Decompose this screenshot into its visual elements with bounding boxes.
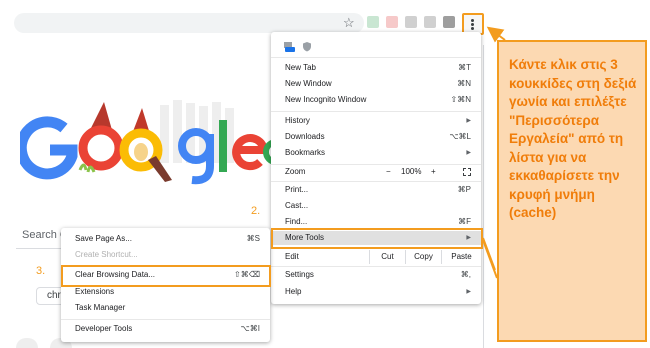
menu-separator [61, 319, 270, 320]
arrow-to-menu-icon [486, 26, 506, 43]
menu-separator [271, 111, 481, 112]
paste-button[interactable]: Paste [441, 250, 481, 264]
step-2-label: 2. [251, 205, 261, 217]
submenu-item-extensions[interactable]: Extensions [61, 285, 270, 299]
extension-icon[interactable] [424, 16, 436, 28]
letter-o [78, 125, 124, 171]
shortcut-tile[interactable] [16, 338, 38, 348]
cut-button[interactable]: Cut [369, 250, 405, 264]
chevron-right-icon: ▶ [466, 118, 471, 124]
menu-item-zoom: Zoom − 100% + [271, 165, 481, 179]
menu-item-find[interactable]: Find... ⌘F [271, 215, 481, 229]
letter-l [219, 120, 227, 172]
letter-e [232, 134, 269, 171]
submenu-item-developer-tools[interactable]: Developer Tools ⌥⌘I [61, 322, 270, 336]
star-icon[interactable]: ☆ [343, 14, 355, 32]
gnome-face-icon [134, 143, 148, 161]
grass-decoration [78, 163, 96, 173]
instruction-callout: Κάντε κλικ στις 3 κουκκίδες στη δεξιά γω… [497, 40, 647, 342]
more-tools-highlight [271, 228, 483, 249]
zoom-out-button[interactable]: − [386, 165, 391, 179]
menu-item-new-tab[interactable]: New Tab ⌘T [271, 61, 481, 75]
extension-icon[interactable] [443, 16, 455, 28]
chevron-right-icon: ▶ [466, 289, 471, 295]
submenu-item-save-page-as[interactable]: Save Page As... ⌘S [61, 232, 270, 246]
step-3-label: 3. [36, 265, 46, 277]
zoom-control: − 100% + [376, 165, 438, 179]
new-badge-icon[interactable] [283, 41, 295, 53]
extension-icon[interactable] [367, 16, 379, 28]
menu-separator [271, 57, 481, 58]
extension-icon[interactable] [386, 16, 398, 28]
fullscreen-icon[interactable] [463, 168, 471, 176]
submenu-item-create-shortcut: Create Shortcut... [75, 250, 138, 259]
chrome-main-menu: New Tab ⌘T New Window ⌘N New Incognito W… [271, 32, 481, 304]
menu-item-new-incognito-window[interactable]: New Incognito Window ⇧⌘N [271, 93, 481, 107]
copy-button[interactable]: Copy [405, 250, 441, 264]
address-bar[interactable] [14, 13, 364, 33]
menu-separator [271, 266, 481, 267]
shield-icon[interactable] [302, 41, 312, 52]
chevron-right-icon: ▶ [466, 150, 471, 156]
menu-separator [271, 181, 481, 182]
clear-data-highlight [61, 265, 271, 287]
page-divider [483, 45, 484, 348]
menu-item-help[interactable]: Help ▶ [271, 285, 481, 299]
extension-icon[interactable] [405, 16, 417, 28]
menu-item-new-window[interactable]: New Window ⌘N [271, 77, 481, 91]
callout-pointer [482, 239, 498, 279]
submenu-item-task-manager[interactable]: Task Manager [61, 301, 270, 315]
menu-item-history[interactable]: History ▶ [271, 114, 481, 128]
arrow-to-more-tools [482, 237, 496, 271]
menu-item-cast[interactable]: Cast... [271, 199, 481, 213]
menu-item-bookmarks[interactable]: Bookmarks ▶ [271, 146, 481, 160]
letter-g [20, 116, 78, 180]
zoom-in-button[interactable]: + [431, 165, 436, 179]
menu-item-settings[interactable]: Settings ⌘, [271, 268, 481, 282]
menu-item-print[interactable]: Print... ⌘P [271, 183, 481, 197]
menu-item-downloads[interactable]: Downloads ⌥⌘L [271, 130, 481, 144]
google-doodle[interactable] [20, 100, 280, 195]
zoom-level: 100% [401, 167, 422, 176]
menu-item-edit: Edit Cut Copy Paste [271, 250, 481, 264]
